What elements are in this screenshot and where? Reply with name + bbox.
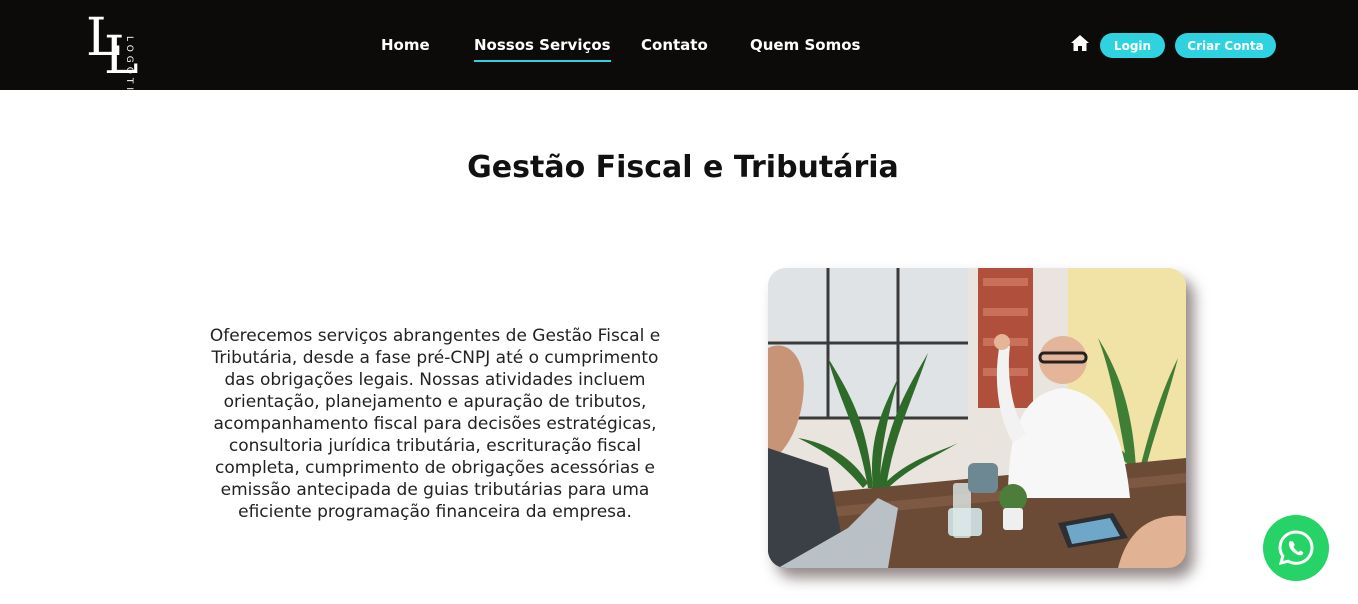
nav-home[interactable]: Home xyxy=(381,36,430,54)
signup-button[interactable]: Criar Conta xyxy=(1175,33,1276,58)
office-meeting-photo xyxy=(768,268,1186,568)
home-icon[interactable] xyxy=(1070,34,1090,52)
whatsapp-icon xyxy=(1278,530,1314,566)
page-title: Gestão Fiscal e Tributária xyxy=(467,150,899,185)
top-navigation-bar: L L LOGOTIPO Home Nossos Serviços Contat… xyxy=(0,0,1358,115)
login-button[interactable]: Login xyxy=(1100,33,1165,58)
whatsapp-button[interactable] xyxy=(1263,515,1329,581)
nav-quem-somos[interactable]: Quem Somos xyxy=(750,36,860,54)
service-description: Oferecemos serviços abrangentes de Gestã… xyxy=(209,326,661,522)
nav-contato[interactable]: Contato xyxy=(641,36,708,54)
meeting-illustration xyxy=(768,268,1186,568)
nav-nossos-servicos[interactable]: Nossos Serviços xyxy=(474,36,611,62)
